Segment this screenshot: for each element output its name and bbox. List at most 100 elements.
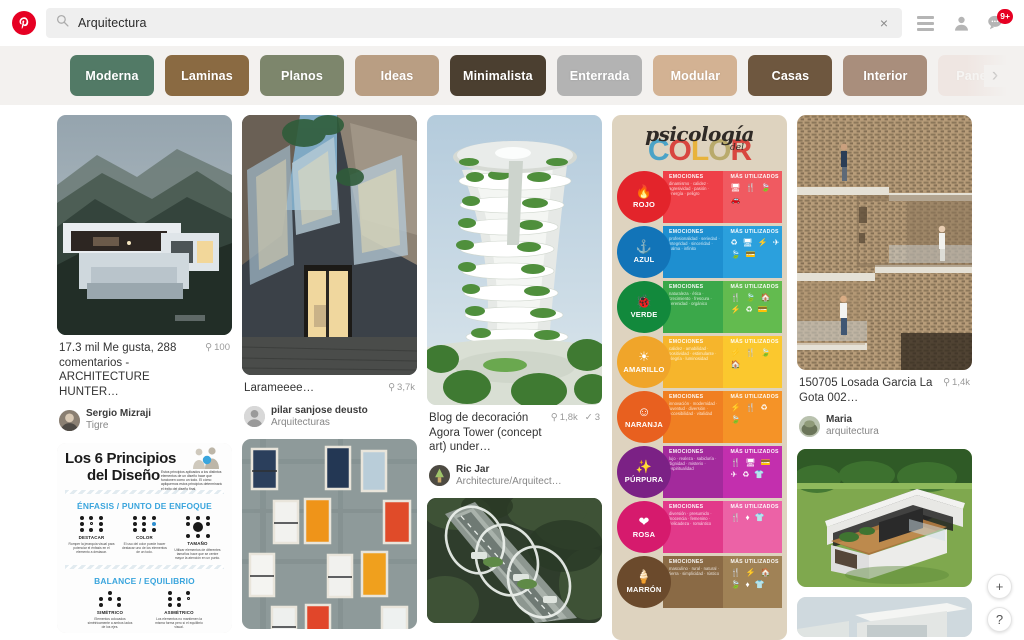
pin-card[interactable]: [797, 596, 972, 637]
uses-label: MÁS UTILIZADOS: [730, 449, 779, 455]
pin-icon: ⚲: [205, 342, 213, 353]
uses-cell: MÁS UTILIZADOS 🍴 🖥 💳 ✈ ♻ 👕: [722, 446, 782, 498]
help-button[interactable]: ?: [987, 607, 1012, 632]
pin-author[interactable]: Sergio Mizraji Tigre: [59, 408, 230, 433]
use-icons: 🍴 ♦ 👕: [731, 513, 781, 522]
color-row-púrpura: ✨ PÚRPURA EMOCIONES lujo · realeza · sabidu…: [617, 446, 782, 498]
pin-card[interactable]: 150705 Losada Garcia La Gota 002… ⚲ 1,4k …: [797, 115, 972, 439]
pin-image-perforated-brick-facade[interactable]: [797, 115, 972, 370]
dot-matrix-icon: [132, 515, 158, 532]
pin-card[interactable]: [427, 498, 602, 623]
pin-author[interactable]: pilar sanjose deusto Arquitecturas: [244, 405, 415, 430]
use-icon: 🍃: [730, 250, 741, 259]
pin-image-angular-glass-house[interactable]: [242, 115, 417, 375]
pin-image-ring-bridge[interactable]: [427, 498, 602, 623]
filter-chip-planos[interactable]: Planos: [260, 55, 344, 96]
emotions-cell: EMOCIONES masculino · rural · natural · t…: [663, 556, 723, 608]
top-header: × 9+: [0, 0, 1024, 46]
emotions-words: lujo · realeza · sabiduría · dignidad · …: [669, 456, 717, 472]
pin-card[interactable]: Blog de decoración Agora Tower (concept …: [427, 115, 602, 488]
pin-author[interactable]: Ric Jar Architecture/Arquitect…: [429, 464, 600, 489]
pin-icon: ⚲: [388, 382, 396, 393]
pin-card[interactable]: psicología del COLOR 🔥 ROJO EMOCIONES dinam…: [612, 115, 787, 640]
pin-image-agora-tower[interactable]: [427, 115, 602, 405]
use-icon: 🚗: [730, 195, 741, 204]
filter-chip-laminas[interactable]: Laminas: [165, 55, 249, 96]
filter-chip-enterrada[interactable]: Enterrada: [556, 55, 643, 96]
filter-chip-minimalista[interactable]: Minimalista: [450, 55, 546, 96]
color-name: NARANJA: [624, 420, 664, 429]
emotions-label: EMOCIONES: [669, 284, 704, 290]
pin-card[interactable]: Larameeee… ⚲ 3,7k pilar sanjose deusto Ar…: [242, 115, 417, 429]
filter-chip-interior[interactable]: Interior: [843, 55, 928, 96]
use-icon: ♦: [745, 580, 750, 589]
pin-image-white-villa[interactable]: [797, 596, 972, 637]
pin-card[interactable]: [242, 439, 417, 629]
pin-meta: Blog de decoración Agora Tower (concept …: [427, 405, 602, 488]
use-icons: 🖥 🍴 🍃 🚗: [731, 183, 781, 204]
uses-label: MÁS UTILIZADOS: [730, 284, 779, 290]
search-input[interactable]: [78, 16, 867, 30]
uses-label: MÁS UTILIZADOS: [730, 559, 779, 565]
add-pin-button[interactable]: +: [987, 574, 1012, 599]
use-icon: ♻: [730, 238, 738, 247]
pin-image-mountain-house[interactable]: [57, 115, 232, 335]
messages-icon[interactable]: 9+: [984, 9, 1013, 36]
search-bar[interactable]: ×: [46, 8, 902, 38]
color-row-body: EMOCIONES naturaleza · ética · crecimient…: [663, 281, 782, 333]
pin-image-modern-lawn-house[interactable]: [797, 448, 972, 587]
color-name: AMARILLO: [623, 365, 665, 374]
emotions-label: EMOCIONES: [669, 449, 704, 455]
profile-icon[interactable]: [948, 10, 974, 36]
comment-count: ✓ 3: [584, 412, 600, 423]
avatar: [429, 465, 450, 487]
chip-label: Ideas: [380, 68, 414, 83]
avatar: [59, 409, 80, 431]
filter-chip-casas[interactable]: Casas: [748, 55, 833, 96]
use-icon: 👕: [754, 580, 765, 589]
color-badge: ☀ AMARILLO: [617, 336, 671, 388]
save-count: ⚲ 100: [205, 342, 230, 353]
pinterest-logo-icon[interactable]: [12, 11, 36, 35]
emotions-label: EMOCIONES: [669, 229, 704, 235]
verde-icon: 🐞: [635, 294, 653, 309]
use-icon: ⚡: [745, 568, 756, 577]
filter-chip-moderna[interactable]: Moderna: [70, 55, 154, 96]
uses-cell: MÁS UTILIZADOS ⚡ 🍴 🍃 🏠: [722, 336, 782, 388]
save-count: ⚲ 1,8k: [550, 412, 578, 423]
pin-author[interactable]: Maria arquitectura: [799, 414, 970, 439]
grid-column-4: psicología del COLOR 🔥 ROJO EMOCIONES dinam…: [612, 115, 787, 640]
chip-label: Modular: [670, 68, 721, 83]
pin-card[interactable]: Los 6 Principios del Diseño Estos princi…: [57, 442, 232, 633]
emotions-label: EMOCIONES: [669, 394, 704, 400]
use-icon: 🍴: [745, 403, 756, 412]
filter-chip-modular[interactable]: Modular: [653, 55, 738, 96]
pin-image-colored-windows-facade[interactable]: [242, 439, 417, 629]
pin-image-design-principles[interactable]: Los 6 Principios del Diseño Estos princi…: [57, 442, 232, 633]
grid-column-3: Blog de decoración Agora Tower (concept …: [427, 115, 602, 640]
author-name: Ric Jar: [456, 463, 490, 475]
principle-label: ASIMÉTRICO: [164, 609, 194, 615]
emotions-cell: EMOCIONES calidez · amabilidad · positivi…: [663, 336, 723, 388]
pin-meta: Larameeee… ⚲ 3,7k pilar sanjose deusto Ar…: [242, 375, 417, 429]
dot-matrix-icon: [185, 515, 211, 538]
use-icon: ♻: [742, 470, 750, 479]
pin-card[interactable]: 17.3 mil Me gusta, 288 comentarios - ARC…: [57, 115, 232, 433]
azul-icon: ⚓: [635, 239, 653, 254]
chip-label: Minimalista: [463, 68, 533, 83]
principle-item: DESTACAR Romper la jerarquía visual para…: [68, 515, 116, 560]
chip-label: Interior: [863, 68, 908, 83]
color-row-body: EMOCIONES lujo · realeza · sabiduría · di…: [663, 446, 782, 498]
filter-chip-ideas[interactable]: Ideas: [355, 55, 439, 96]
pin-card[interactable]: [797, 448, 972, 587]
pin-stats: ⚲ 1,8k ✓ 3: [551, 411, 600, 423]
filter-chip-paneles[interactable]: Paneles: [938, 55, 1023, 96]
principle-label: DESTACAR: [78, 534, 105, 540]
chevron-right-icon[interactable]: ›: [984, 64, 1006, 87]
clear-search-button[interactable]: ×: [876, 15, 892, 31]
use-icon: 💳: [760, 458, 771, 467]
pin-image-color-psychology[interactable]: psicología del COLOR 🔥 ROJO EMOCIONES dinam…: [612, 115, 787, 640]
board-name: Tigre: [86, 420, 109, 431]
hamburger-menu-icon[interactable]: [912, 10, 938, 36]
emotions-words: dinamismo · calidez · agresividad · pasi…: [669, 181, 710, 197]
